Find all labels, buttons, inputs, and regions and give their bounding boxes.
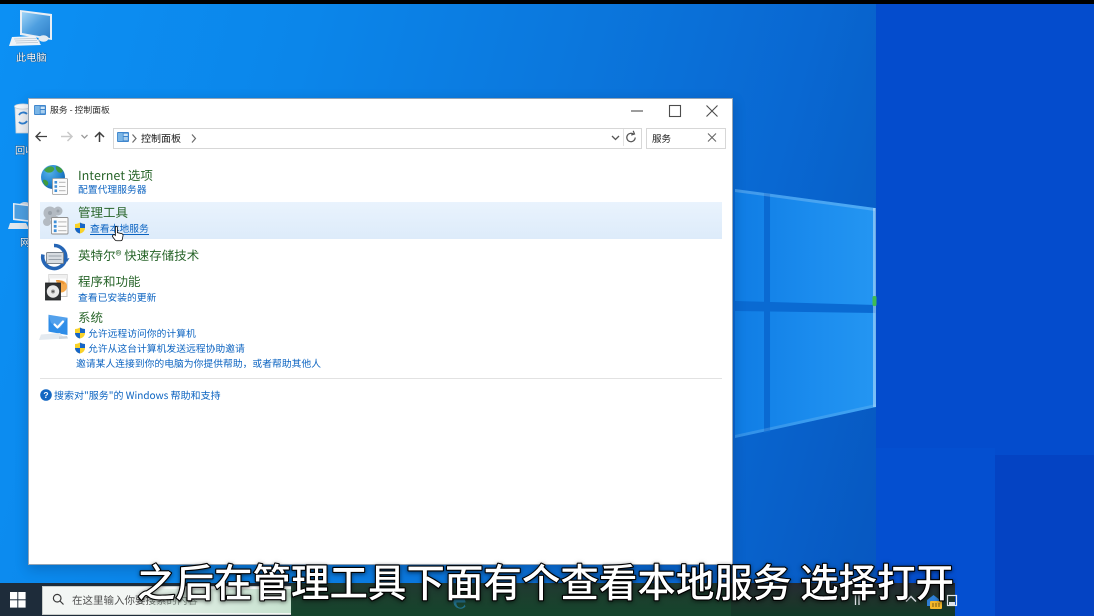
svg-text:?: ? bbox=[43, 389, 48, 399]
